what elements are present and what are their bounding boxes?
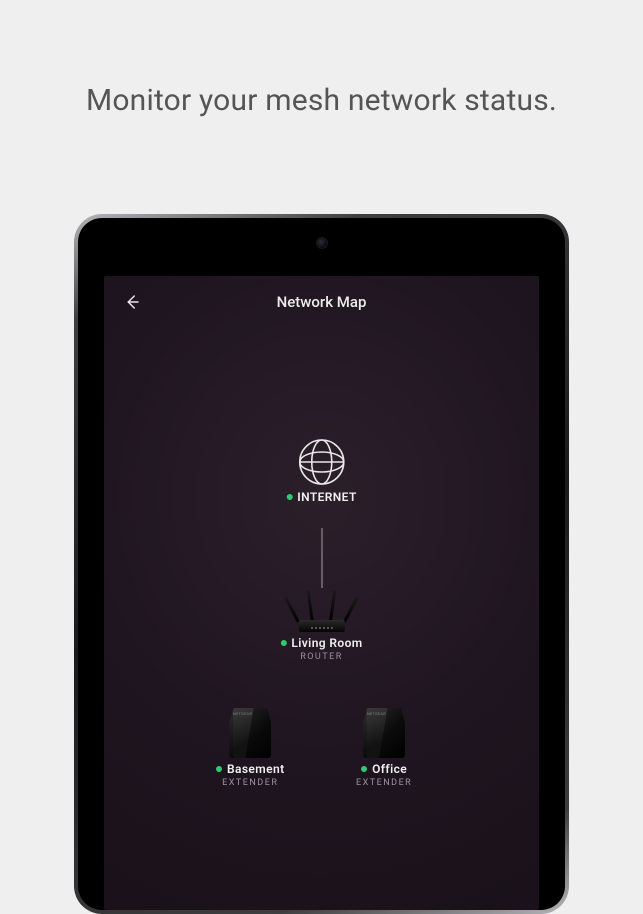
node-ext1-label: Basement	[227, 762, 285, 776]
node-extender-basement[interactable]: NETGEAR Basement EXTENDER	[216, 708, 285, 788]
status-dot-icon	[286, 494, 292, 500]
app-screen: Network Map INTERNET	[104, 276, 539, 910]
arrow-left-icon	[123, 293, 141, 311]
page-title: Network Map	[277, 293, 367, 311]
promo-caption: Monitor your mesh network status.	[0, 0, 643, 120]
node-router-role: ROUTER	[300, 652, 343, 662]
node-internet[interactable]: INTERNET	[286, 438, 357, 504]
router-icon	[287, 588, 357, 632]
extender-icon: NETGEAR	[229, 708, 271, 758]
network-map: INTERNET	[104, 328, 539, 888]
node-internet-label: INTERNET	[297, 490, 357, 504]
node-router[interactable]: Living Room ROUTER	[280, 588, 362, 662]
node-ext2-label: Office	[372, 762, 407, 776]
link-dotted-icon	[266, 658, 300, 711]
status-dot-icon	[216, 766, 222, 772]
tablet-frame: Network Map INTERNET	[74, 214, 569, 914]
extender-icon: NETGEAR	[363, 708, 405, 758]
tablet-camera-icon	[317, 238, 327, 248]
status-dot-icon	[280, 640, 286, 646]
node-ext1-role: EXTENDER	[222, 778, 278, 788]
link-line	[321, 528, 322, 588]
status-dot-icon	[361, 766, 367, 772]
globe-icon	[298, 438, 346, 486]
node-ext2-role: EXTENDER	[356, 778, 412, 788]
link-dotted-icon	[346, 658, 380, 711]
app-header: Network Map	[104, 276, 539, 328]
node-extender-office[interactable]: NETGEAR Office EXTENDER	[356, 708, 412, 788]
back-button[interactable]	[120, 290, 144, 314]
node-router-label: Living Room	[291, 636, 362, 650]
